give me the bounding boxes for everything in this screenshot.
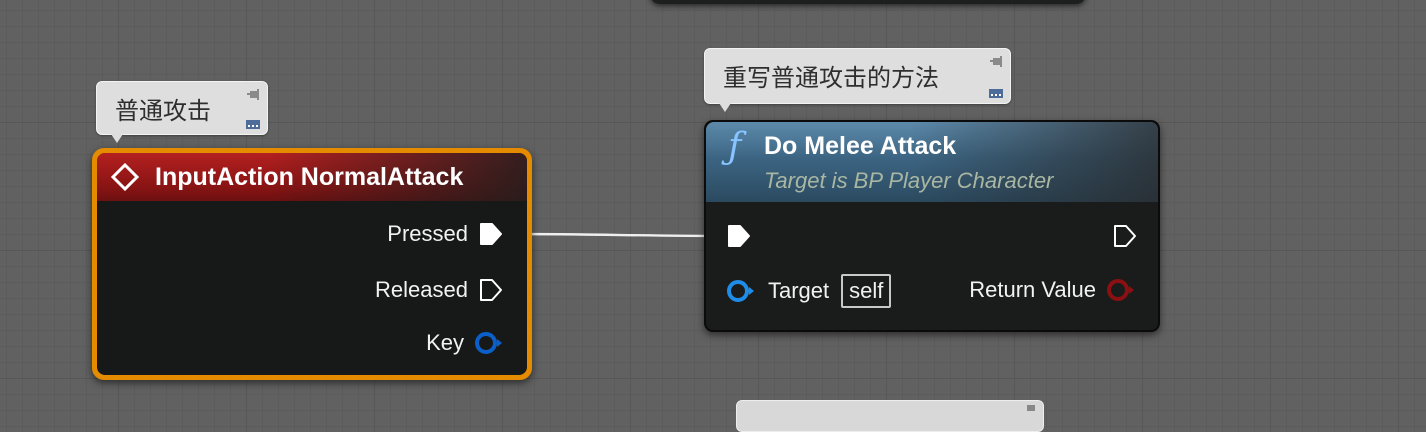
object-pin-icon[interactable] (726, 278, 756, 304)
function-node-subtitle: Target is BP Player Character (764, 168, 1054, 193)
comment-text: 重写普通攻击的方法 (723, 64, 939, 92)
function-f-icon: ƒ (728, 126, 742, 167)
exec-pin-empty-icon[interactable] (478, 277, 504, 303)
offscreen-comment-bubble[interactable] (736, 400, 1044, 432)
pressed-label: Pressed (387, 221, 468, 246)
pressed-pin-row[interactable]: Pressed (387, 221, 504, 247)
exec-in-pin-icon[interactable] (726, 223, 752, 249)
do-melee-attack-node[interactable]: ƒ Do Melee Attack Target is BP Player Ch… (704, 120, 1160, 332)
pin-icon[interactable] (988, 55, 1004, 69)
target-self-input[interactable]: self (841, 274, 892, 308)
comment-bubble-function[interactable]: 重写普通攻击的方法 (704, 48, 1011, 112)
function-node-header[interactable]: ƒ Do Melee Attack Target is BP Player Ch… (706, 122, 1158, 202)
key-pin-row[interactable]: Key (426, 330, 504, 356)
pin-icon[interactable] (245, 88, 261, 102)
bubble-tail (719, 103, 731, 112)
exec-out-pin-icon[interactable] (1112, 223, 1138, 249)
function-node-title: Do Melee Attack (764, 132, 957, 160)
target-pin-row[interactable]: Target self (726, 274, 892, 308)
bubble-tail (111, 134, 123, 143)
input-action-node[interactable]: InputAction NormalAttack Pressed Release… (92, 148, 532, 380)
input-action-node-header[interactable]: InputAction NormalAttack (97, 153, 527, 201)
expand-icon[interactable] (988, 87, 1004, 99)
input-action-node-title: InputAction NormalAttack (155, 163, 464, 191)
return-value-label: Return Value (969, 277, 1096, 302)
comment-text: 普通攻击 (115, 97, 211, 125)
target-label: Target (768, 278, 830, 303)
offscreen-node[interactable] (650, 0, 1086, 4)
return-value-pin-icon[interactable] (1106, 277, 1136, 303)
struct-pin-icon[interactable] (474, 330, 504, 356)
released-pin-row[interactable]: Released (375, 277, 504, 303)
released-label: Released (375, 277, 468, 302)
expand-icon[interactable] (245, 118, 261, 130)
event-diamond-icon (111, 163, 139, 191)
return-value-pin-row[interactable]: Return Value (969, 277, 1136, 303)
key-label: Key (426, 330, 464, 355)
exec-pin-filled-icon[interactable] (478, 221, 504, 247)
comment-bubble-input[interactable]: 普通攻击 (96, 81, 268, 143)
